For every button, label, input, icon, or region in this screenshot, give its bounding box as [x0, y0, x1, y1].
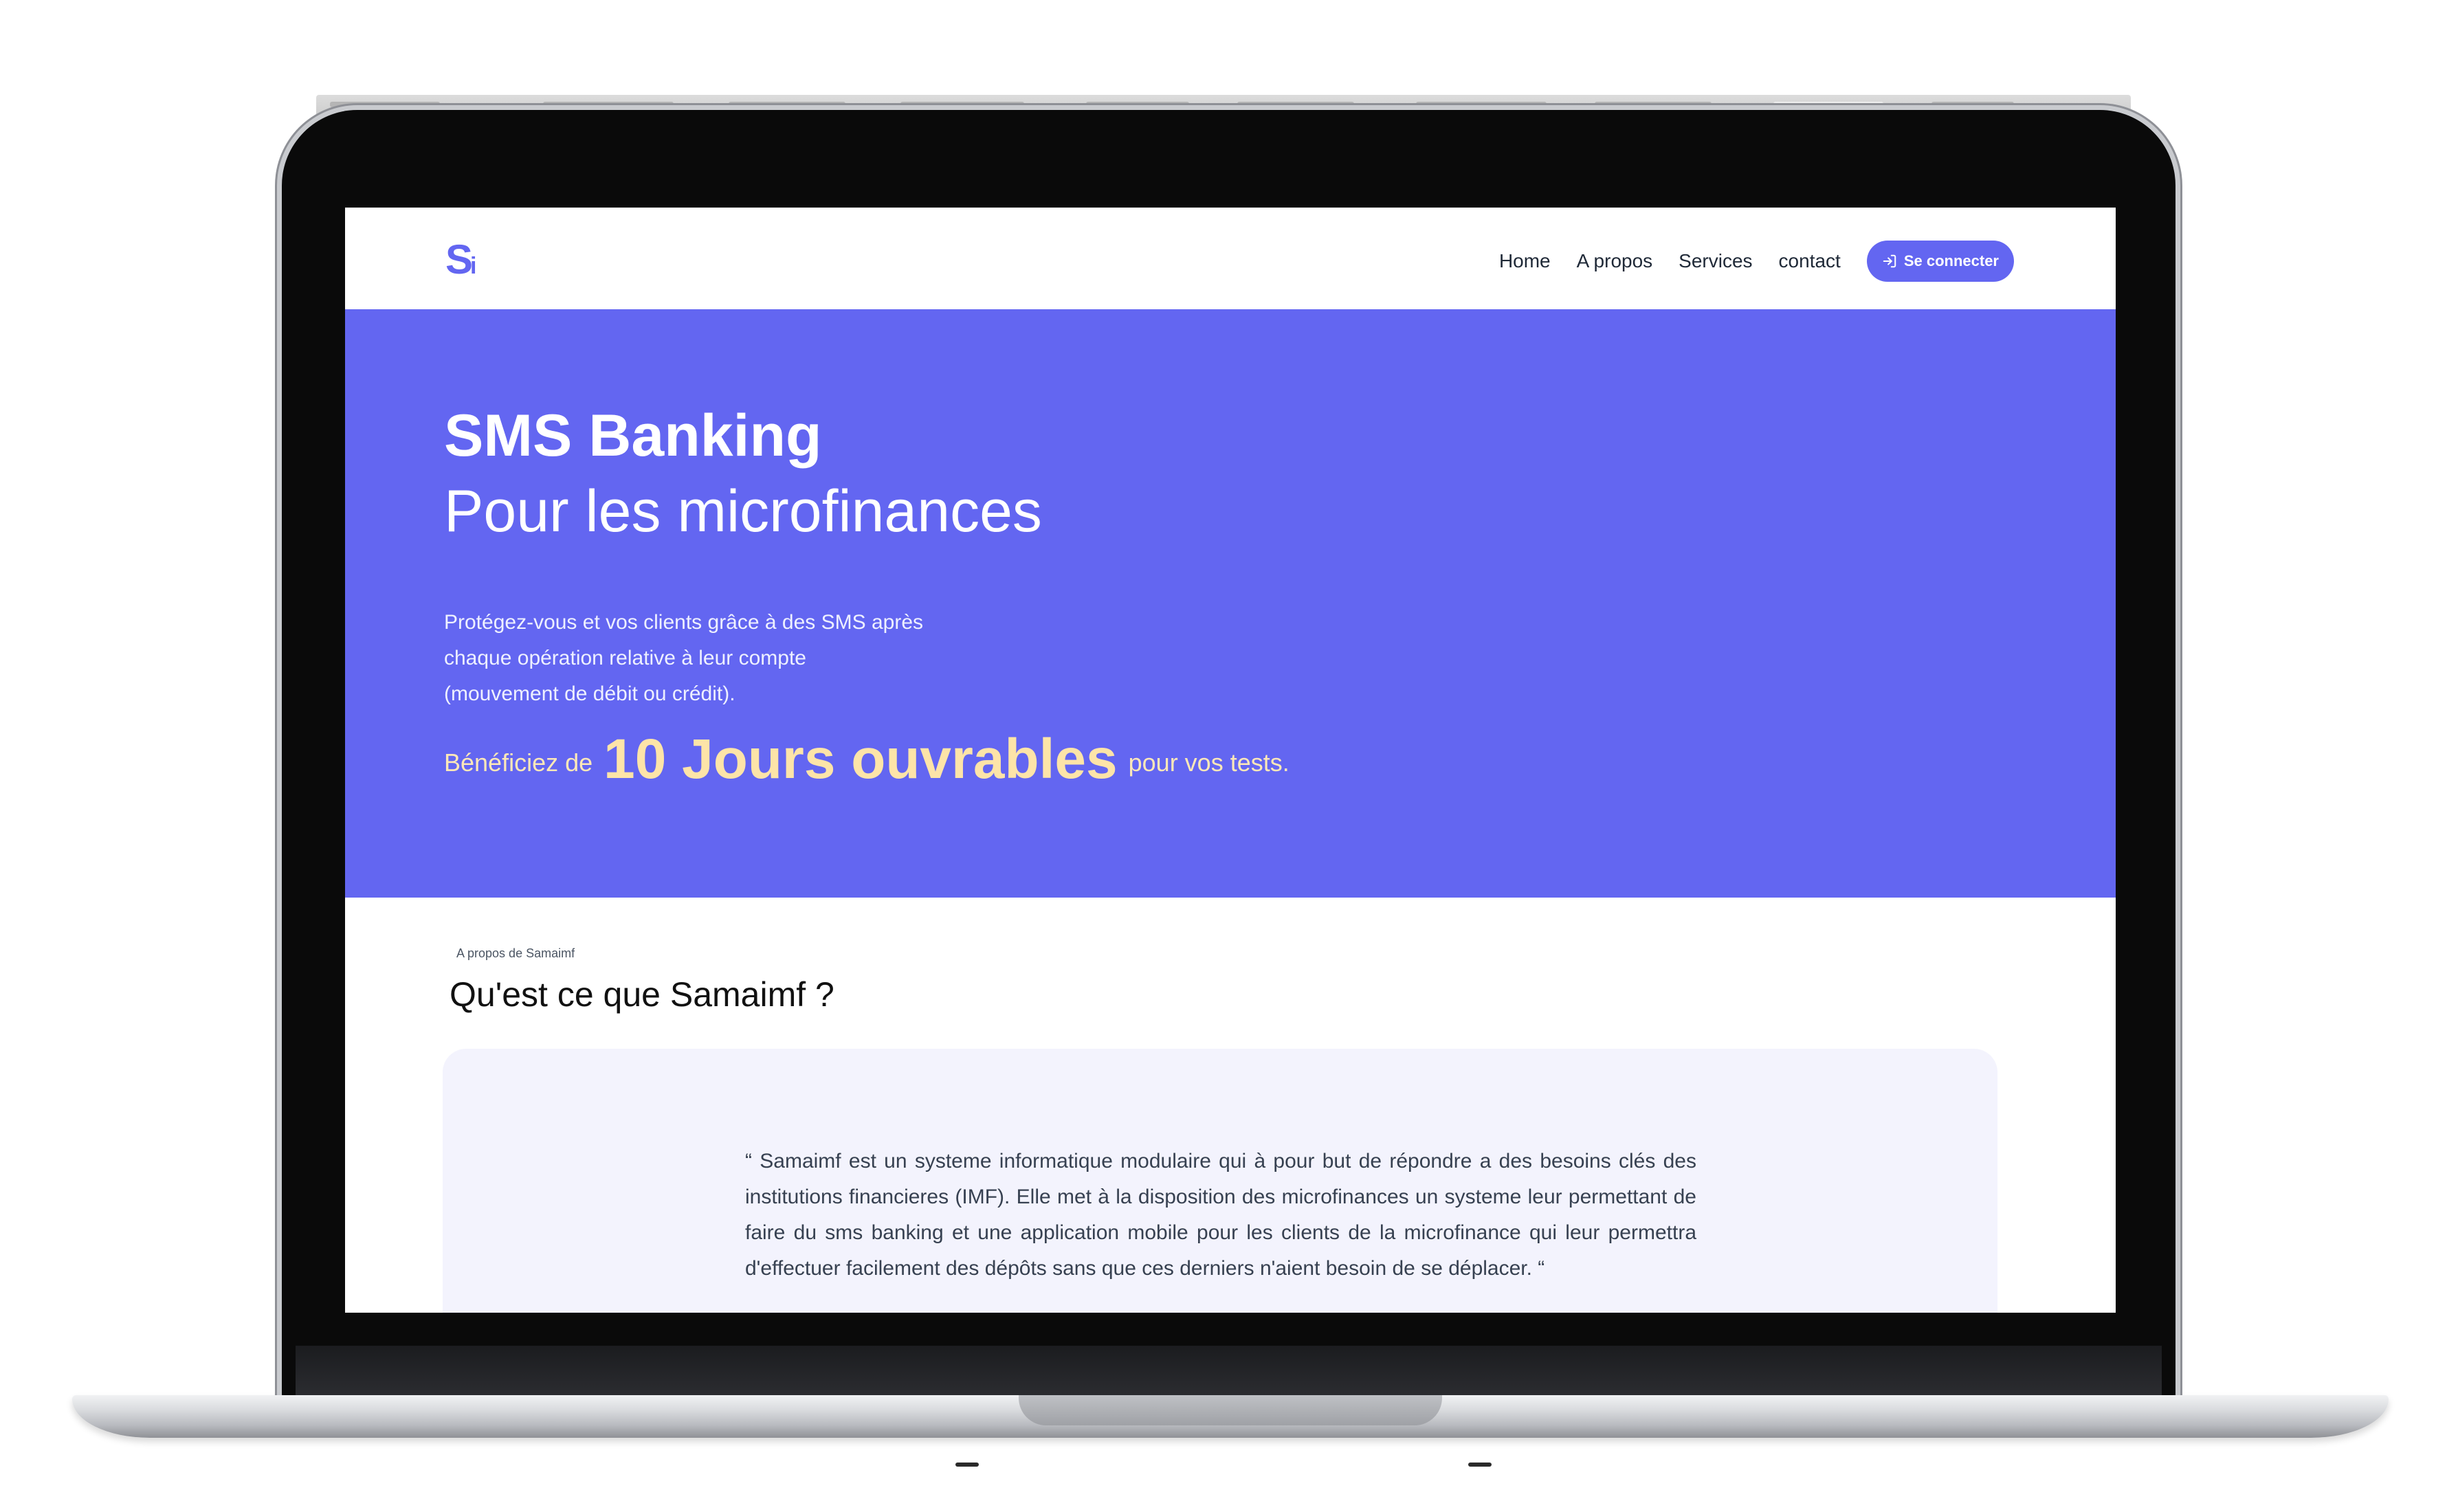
nav-link-a-propos[interactable]: A propos: [1577, 250, 1653, 272]
nav-link-contact[interactable]: contact: [1779, 250, 1841, 272]
browser-tab: [330, 102, 440, 107]
laptop-foot: [1468, 1463, 1492, 1467]
browser-tab: [729, 102, 845, 107]
nav-link-services[interactable]: Services: [1679, 250, 1752, 272]
about-quote: “ Samaimf est un systeme informatique mo…: [745, 1150, 1696, 1280]
nav-menu: Home A propos Services contact Se connec…: [1499, 241, 2014, 282]
hero-offer: Bénéficiez de 10 Jours ouvrables pour vo…: [444, 727, 1289, 792]
hero-subtitle: Pour les microfinances: [444, 478, 1042, 544]
browser-tab: [1931, 102, 2014, 107]
offer-highlight: 10 Jours ouvrables: [604, 728, 1118, 790]
offer-prefix: Bénéficiez de: [444, 748, 593, 777]
browser-tab: [900, 102, 1024, 107]
laptop-hinge-notch: [1019, 1395, 1442, 1425]
about-title: Qu'est ce que Samaimf ?: [450, 975, 834, 1014]
about-card: “ Samaimf est un systeme informatique mo…: [443, 1049, 1997, 1313]
browser-tab: [1416, 102, 1547, 107]
navbar: Si Home A propos Services contact Se con…: [345, 208, 2116, 309]
about-kicker: A propos de Samaimf: [456, 946, 575, 960]
browser-tab: [543, 102, 674, 107]
browser-tab: [1237, 102, 1354, 107]
logo[interactable]: Si: [445, 236, 477, 287]
browser-tab: [1086, 102, 1189, 107]
offer-suffix: pour vos tests.: [1128, 748, 1289, 777]
logo-letter-small: i: [470, 253, 477, 279]
browser-tab: [1595, 102, 1712, 107]
laptop-foot: [955, 1463, 979, 1467]
laptop-bezel-bottom: [296, 1346, 2162, 1395]
logo-letter: S: [445, 236, 473, 282]
browser-viewport: Si Home A propos Services contact Se con…: [345, 208, 2116, 1313]
laptop-mockup: Si Home A propos Services contact Se con…: [0, 0, 2447, 1512]
hero-section: SMS Banking Pour les microfinances Proté…: [345, 309, 2116, 898]
login-icon: [1883, 254, 1896, 268]
login-button[interactable]: Se connecter: [1866, 241, 2014, 282]
hero-title: SMS Banking: [444, 403, 822, 469]
login-button-label: Se connecter: [1903, 252, 1999, 269]
hero-description: Protégez-vous et vos clients grâce à des…: [444, 611, 924, 705]
browser-tab-active: [1773, 102, 1883, 107]
nav-link-home[interactable]: Home: [1499, 250, 1551, 272]
